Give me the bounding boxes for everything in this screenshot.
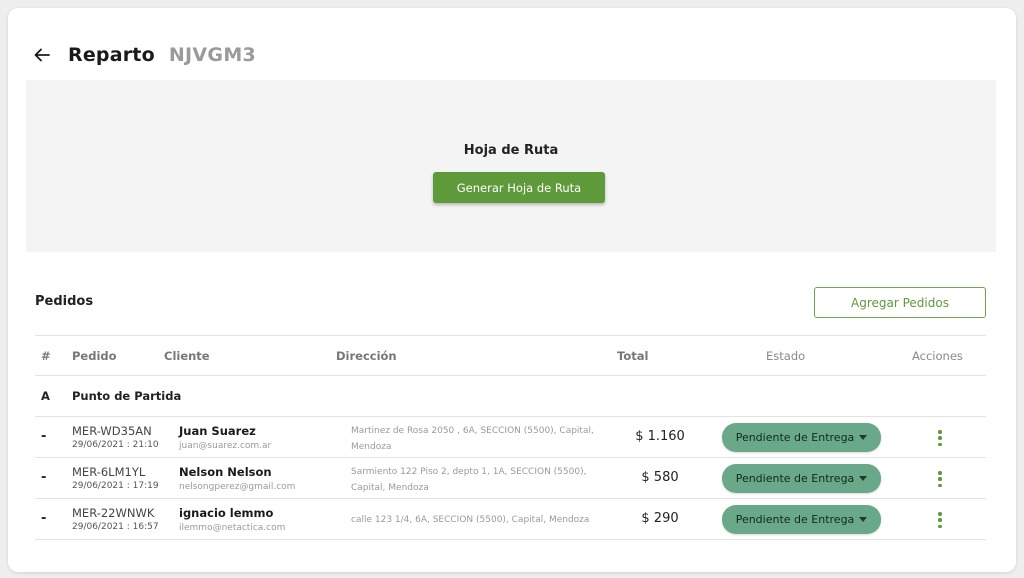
estado-dropdown[interactable]: Pendiente de Entrega (722, 464, 881, 493)
column-header-pedido: Pedido (72, 349, 117, 363)
estado-label: Pendiente de Entrega (735, 431, 855, 444)
estado-label: Pendiente de Entrega (735, 513, 855, 526)
order-total: $ 1.160 (635, 429, 685, 444)
caret-down-icon (859, 476, 868, 481)
table-row-start-point: A Punto de Partida (35, 376, 986, 417)
client-name: ignacio lemmo (179, 506, 274, 520)
pedidos-table: # Pedido Cliente Dirección Total Estado … (35, 335, 986, 540)
estado-label: Pendiente de Entrega (735, 472, 855, 485)
start-marker: A (41, 389, 50, 403)
hoja-de-ruta-panel: Hoja de Ruta Generar Hoja de Ruta (26, 80, 996, 252)
row-number: - (41, 429, 47, 444)
generar-hoja-de-ruta-button[interactable]: Generar Hoja de Ruta (433, 172, 605, 203)
client-email: ilemmo@netactica.com (179, 523, 286, 533)
order-total: $ 580 (641, 470, 679, 485)
table-row: - MER-22WNWK 29/06/2021 : 16:57 ignacio … (35, 499, 986, 540)
pedido-code: MER-22WNWK (72, 506, 155, 520)
hoja-de-ruta-title: Hoja de Ruta (463, 143, 559, 158)
address: calle 123 1/4, 6A, SECCION (5500), Capit… (351, 515, 590, 525)
column-header-total: Total (617, 349, 649, 363)
estado-dropdown[interactable]: Pendiente de Entrega (722, 505, 881, 534)
column-header-estado: Estado (766, 349, 806, 363)
page-header: Reparto NJVGM3 (34, 42, 256, 68)
pedido-date: 29/06/2021 : 16:57 (72, 522, 159, 532)
pedidos-title: Pedidos (35, 294, 94, 309)
order-total: $ 290 (641, 511, 679, 526)
row-number: - (41, 511, 47, 526)
caret-down-icon (859, 435, 868, 440)
arrow-left-icon[interactable] (34, 46, 52, 64)
estado-dropdown[interactable]: Pendiente de Entrega (722, 423, 881, 452)
more-vertical-icon[interactable] (932, 510, 948, 530)
start-label: Punto de Partida (72, 389, 182, 403)
column-header-number: # (41, 349, 51, 363)
pedido-date: 29/06/2021 : 21:10 (72, 440, 159, 450)
column-header-direccion: Dirección (336, 349, 397, 363)
table-row: - MER-6LM1YL 29/06/2021 : 17:19 Nelson N… (35, 458, 986, 499)
pedido-code: MER-WD35AN (72, 424, 152, 438)
address: Sarmiento 122 Piso 2, depto 1, 1A, SECCI… (351, 467, 587, 493)
more-vertical-icon[interactable] (932, 469, 948, 489)
table-row: - MER-WD35AN 29/06/2021 : 21:10 Juan Sua… (35, 417, 986, 458)
reparto-code: NJVGM3 (168, 44, 257, 66)
reparto-card: Reparto NJVGM3 Hoja de Ruta Generar Hoja… (8, 8, 1016, 572)
more-vertical-icon[interactable] (932, 428, 948, 448)
column-header-cliente: Cliente (164, 349, 210, 363)
client-name: Juan Suarez (179, 424, 256, 438)
agregar-pedidos-button[interactable]: Agregar Pedidos (814, 287, 986, 318)
page-title: Reparto (68, 44, 155, 66)
table-header: # Pedido Cliente Dirección Total Estado … (35, 335, 986, 376)
row-number: - (41, 470, 47, 485)
address: Martinez de Rosa 2050 , 6A, SECCION (550… (351, 426, 594, 452)
client-email: nelsongperez@gmail.com (179, 482, 296, 492)
client-email: juan@suarez.com.ar (179, 441, 272, 451)
caret-down-icon (859, 517, 868, 522)
pedido-code: MER-6LM1YL (72, 465, 146, 479)
column-header-acciones: Acciones (912, 349, 963, 363)
pedido-date: 29/06/2021 : 17:19 (72, 481, 159, 491)
client-name: Nelson Nelson (179, 465, 272, 479)
